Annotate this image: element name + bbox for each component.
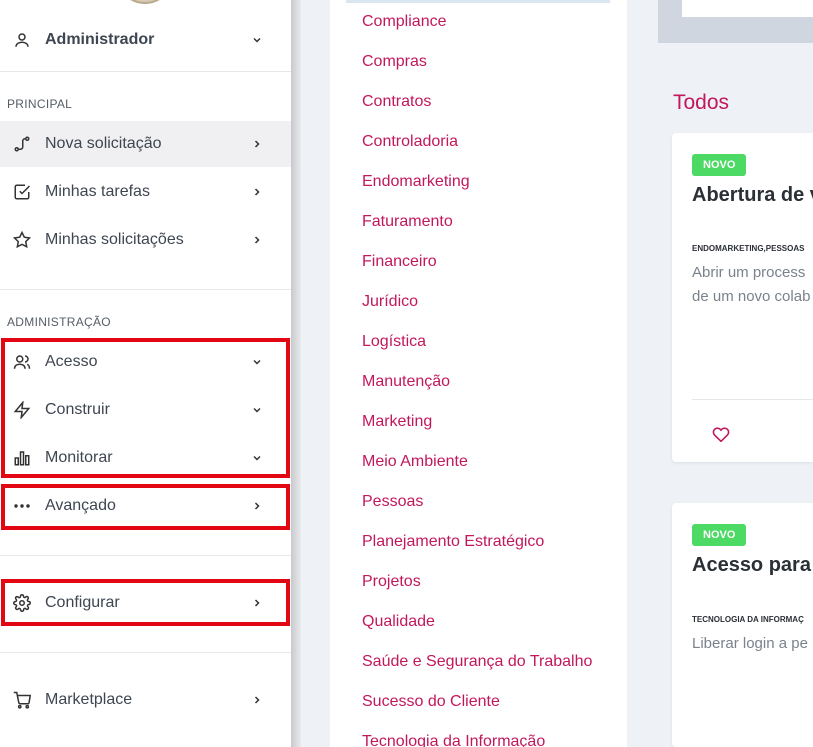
bar-chart-icon [12,448,32,468]
category-panel: Compliance Compras Contratos Controlador… [330,0,627,747]
sidebar-item-construir[interactable]: Construir [0,387,291,433]
divider [0,289,291,290]
sidebar-item-label: Monitorar [45,449,113,466]
divider [692,399,813,400]
category-item[interactable]: Logística [362,333,426,351]
sidebar-item-avancado[interactable]: Avançado [0,483,291,529]
category-item[interactable]: Compliance [362,13,446,31]
section-title-principal: PRINCIPAL [7,97,73,111]
section-heading: Todos [673,91,730,114]
category-item[interactable]: Pessoas [362,493,423,511]
avatar[interactable] [118,0,172,4]
category-item[interactable]: Manutenção [362,373,450,391]
sidebar-item-nova-solicitacao[interactable]: Nova solicitação [0,121,291,167]
category-item[interactable]: Meio Ambiente [362,453,468,471]
section-title-administracao: ADMINISTRAÇÃO [7,315,111,329]
category-item[interactable]: Projetos [362,573,421,591]
category-item[interactable]: Financeiro [362,253,437,271]
category-item[interactable]: Contratos [362,93,431,111]
sidebar-item-monitorar[interactable]: Monitorar [0,435,291,481]
divider [0,555,291,556]
chevron-right-icon [250,596,264,610]
chevron-down-icon [250,355,264,369]
sidebar-item-label: Marketplace [45,691,133,708]
category-item[interactable]: Jurídico [362,293,418,311]
chevron-down-icon [250,451,264,465]
dots-icon [12,496,32,516]
card-tags: ENDOMARKETING,PESSOAS [692,244,805,253]
category-item[interactable]: Endomarketing [362,173,470,191]
category-item[interactable]: Compras [362,53,427,71]
user-menu[interactable]: Administrador [0,18,291,62]
sidebar-item-label: Nova solicitação [45,135,162,152]
chevron-down-icon [250,403,264,417]
sidebar-item-label: Construir [45,401,110,418]
checkbox-icon [12,182,32,202]
card-description: Liberar login a pe [692,635,808,652]
sidebar-item-label: Configurar [45,594,120,611]
category-item[interactable]: Tecnologia da Informação [362,733,545,747]
chevron-right-icon [250,137,264,151]
process-card[interactable]: NOVO Acesso para TECNOLOGIA DA INFORMAÇ … [672,503,813,747]
card-title: Acesso para [692,554,811,576]
process-card[interactable]: NOVO Abertura de v ENDOMARKETING,PESSOAS… [672,133,813,462]
chevron-down-icon [250,33,264,47]
card-title: Abertura de v [692,184,813,206]
divider [0,652,291,653]
user-name: Administrador [45,31,155,48]
category-item[interactable]: Sucesso do Cliente [362,693,500,711]
sidebar: Administrador PRINCIPAL Nova solicitação… [0,0,291,747]
cart-icon [12,690,32,710]
divider [0,71,291,72]
heart-icon[interactable] [712,426,730,447]
lightning-icon [12,400,32,420]
sidebar-item-label: Avançado [45,497,116,514]
sidebar-item-marketplace[interactable]: Marketplace [0,677,291,723]
chevron-right-icon [250,693,264,707]
sidebar-item-configurar[interactable]: Configurar [0,580,291,626]
top-card-inner [682,0,813,17]
category-item[interactable]: Saúde e Segurança do Trabalho [362,653,592,671]
new-badge: NOVO [692,524,747,546]
card-description: Abrir um process [692,264,806,281]
star-icon [12,230,32,250]
sidebar-item-minhas-solicitacoes[interactable]: Minhas solicitações [0,217,291,263]
category-item[interactable]: Planejamento Estratégico [362,533,544,551]
category-item[interactable]: Faturamento [362,213,453,231]
chevron-right-icon [250,185,264,199]
sidebar-item-minhas-tarefas[interactable]: Minhas tarefas [0,169,291,215]
sidebar-item-acesso[interactable]: Acesso [0,339,291,385]
route-icon [12,134,32,154]
chevron-right-icon [250,233,264,247]
chevron-right-icon [250,499,264,513]
sidebar-edge [291,0,301,747]
card-tags: TECNOLOGIA DA INFORMAÇ [692,615,804,624]
sidebar-item-label: Acesso [45,353,98,370]
users-icon [12,352,32,372]
gear-icon [12,593,32,613]
divider [346,0,610,3]
sidebar-item-label: Minhas tarefas [45,183,150,200]
category-item[interactable]: Marketing [362,413,432,431]
sidebar-item-label: Minhas solicitações [45,231,184,248]
card-description: de um novo colab [692,288,811,305]
new-badge: NOVO [692,154,747,176]
category-item[interactable]: Controladoria [362,133,458,151]
user-icon [12,30,32,50]
category-item[interactable]: Qualidade [362,613,435,631]
